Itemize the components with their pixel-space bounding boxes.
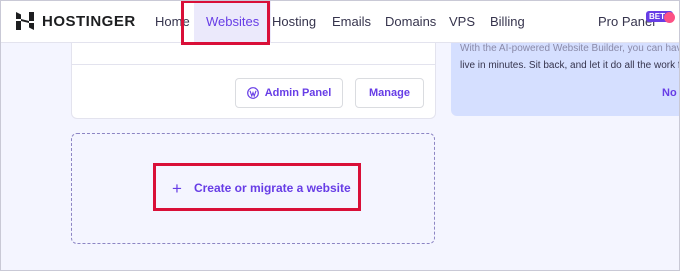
nav-hosting[interactable]: Hosting (272, 0, 316, 43)
nav-emails[interactable]: Emails (332, 0, 371, 43)
top-navigation: HOSTINGER Home Websites Hosting Emails D… (0, 0, 680, 43)
manage-button[interactable]: Manage (355, 78, 424, 108)
nav-websites[interactable]: Websites (194, 0, 272, 43)
nav-vps[interactable]: VPS (449, 0, 475, 43)
manage-label: Manage (369, 87, 410, 99)
notification-dot (664, 12, 675, 23)
nav-home[interactable]: Home (155, 0, 190, 43)
promo-line-1: With the AI-powered Website Builder, you… (460, 43, 680, 54)
nav-domains[interactable]: Domains (385, 0, 436, 43)
hostinger-logo-icon (16, 12, 34, 30)
wordpress-icon (246, 87, 259, 99)
nav-billing[interactable]: Billing (490, 0, 525, 43)
brand-name: HOSTINGER (42, 13, 136, 30)
promo-link[interactable]: No t (662, 87, 680, 99)
admin-panel-label: Admin Panel (264, 87, 332, 99)
create-website-button[interactable]: + Create or migrate a website (172, 178, 351, 198)
card-divider (71, 64, 436, 65)
promo-line-2: live in minutes. Sit back, and let it do… (460, 60, 680, 71)
plus-icon: + (172, 178, 182, 198)
admin-panel-button[interactable]: Admin Panel (235, 78, 343, 108)
create-website-label: Create or migrate a website (193, 181, 351, 195)
